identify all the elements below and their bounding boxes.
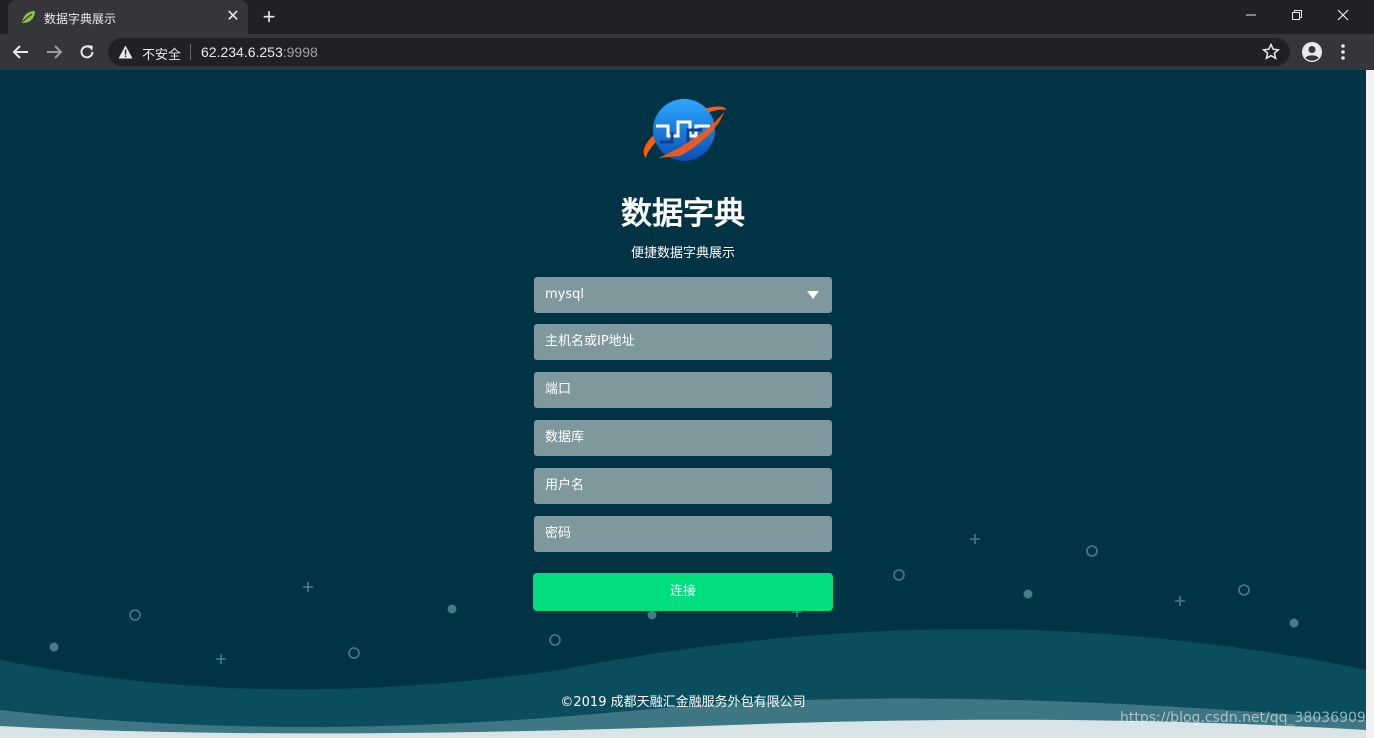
close-tab-icon[interactable]: ✕ [224,8,242,26]
deco-dot [647,610,657,620]
reload-icon [80,45,94,59]
address-divider [190,44,191,60]
forward-button[interactable] [41,39,67,65]
reload-button[interactable] [74,39,100,65]
new-tab-button[interactable]: + [258,6,280,28]
deco-plus [970,534,980,544]
caret-down-icon [807,291,819,299]
close-icon [1337,9,1349,21]
close-window-button[interactable] [1320,0,1366,30]
scrollbar[interactable] [1366,70,1374,738]
leaf-icon [22,11,35,23]
browser-tab[interactable]: 数据字典展示 ✕ [8,0,248,34]
back-button[interactable] [8,39,34,65]
minimize-icon [1246,14,1256,16]
tab-title: 数据字典展示 [44,12,117,26]
deco-dot [49,642,59,652]
company-logo [643,99,726,161]
port-input[interactable] [534,372,832,408]
database-input[interactable] [534,420,832,456]
more-menu-icon[interactable] [1336,43,1350,61]
deco-plus [216,654,226,664]
security-status[interactable]: 不安全 [142,44,181,63]
deco-ring [1086,545,1098,557]
warning-icon [118,45,133,59]
deco-dot [1289,618,1299,628]
watermark-text: https://blog.csdn.net/qq_38036909 [1120,710,1366,726]
deco-ring [348,647,360,659]
username-input[interactable] [534,468,832,504]
deco-ring [549,634,561,646]
arrow-left-icon [12,45,28,59]
minimize-button[interactable] [1228,0,1274,30]
login-page: 数据字典 便捷数据字典展示 mysql 连接 ©2019 成都天融汇金融服务外包… [0,70,1366,738]
url-host: 62.234.6.253 [201,44,283,60]
db-type-value: mysql [545,287,584,302]
account-icon[interactable] [1301,41,1323,63]
browser-toolbar: 不安全 62.234.6.253:9998 [0,34,1374,70]
password-input[interactable] [534,516,832,552]
host-input[interactable] [534,324,832,360]
page-title: 数据字典 [621,196,745,232]
deco-ring [893,569,905,581]
bookmark-star-icon[interactable] [1262,43,1280,61]
restore-icon [1292,10,1302,20]
deco-dot [1023,589,1033,599]
arrow-right-icon [47,45,63,59]
db-type-select[interactable]: mysql [534,277,832,313]
deco-plus [303,582,313,592]
address-bar[interactable]: 不安全 62.234.6.253:9998 [108,38,1290,66]
url-port: :9998 [282,44,318,60]
tab-strip: 数据字典展示 ✕ + [0,0,1374,34]
page-subtitle: 便捷数据字典展示 [630,246,735,261]
restore-button[interactable] [1274,0,1320,30]
copyright-text: ©2019 成都天融汇金融服务外包有限公司 [560,695,806,710]
deco-ring [1238,584,1250,596]
connect-button[interactable]: 连接 [533,573,833,611]
deco-dot [447,604,457,614]
deco-ring [129,609,141,621]
url-text[interactable]: 62.234.6.253:9998 [201,44,318,60]
deco-plus [1175,596,1185,606]
browser-window: 数据字典展示 ✕ + 不安全 62.234.6.253:9998 数据字典 便捷… [0,0,1374,738]
